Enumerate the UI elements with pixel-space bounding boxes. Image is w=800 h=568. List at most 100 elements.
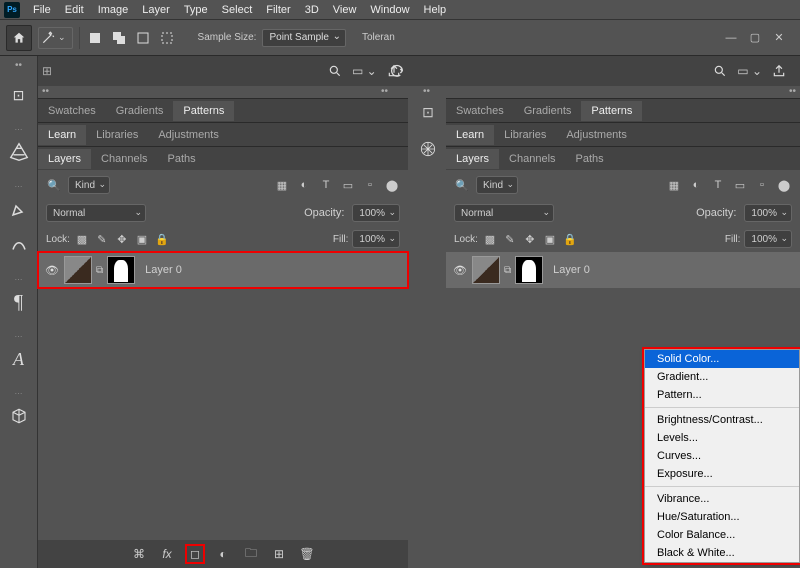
lock-brush-icon[interactable]: ✎ [94,231,110,247]
filter-toggle-icon[interactable]: ⬤ [384,177,400,193]
lock-move-icon[interactable]: ✥ [114,231,130,247]
tool-type[interactable]: ¶ [3,286,35,318]
menu-hue[interactable]: Hue/Saturation... [645,508,799,526]
filter-search-icon[interactable]: 🔍 [46,177,62,193]
filter-toggle-icon-b[interactable]: ⬤ [776,177,792,193]
filter-type-icon[interactable]: T [318,177,334,193]
menu-solid-color[interactable]: Solid Color... [645,350,799,368]
menu-image[interactable]: Image [91,2,136,18]
sample-size-dropdown[interactable]: Point Sample [262,29,345,47]
adjustment-layer-icon[interactable]: ◐ [215,546,231,562]
tab-patterns[interactable]: Patterns [173,101,234,121]
screen-mode-icon-2[interactable]: ▭ ⌄ [737,64,762,78]
filter-type-icon-b[interactable]: T [710,177,726,193]
mask-thumbnail-b[interactable] [515,256,543,284]
layer-row[interactable]: 👁 ⧉ Layer 0 [38,252,408,288]
tool-frame[interactable]: ⊡ [3,79,35,111]
minimize-button[interactable]: — [724,31,738,45]
new-layer-icon[interactable]: ⊞ [271,546,287,562]
filter-kind-dropdown-b[interactable]: Kind [476,176,518,194]
tab-layers-b[interactable]: Layers [446,149,499,169]
layer-thumbnail[interactable] [64,256,92,284]
tool-glyph[interactable]: A [3,343,35,375]
filter-shape-icon[interactable]: ▭ [340,177,356,193]
menu-3d[interactable]: 3D [298,2,326,18]
layer-name[interactable]: Layer 0 [145,264,182,276]
menu-edit[interactable]: Edit [58,2,91,18]
filter-adjust-icon[interactable]: ◐ [296,177,312,193]
lock-transparency-icon[interactable]: ▩ [74,231,90,247]
dock-wheel-icon[interactable] [418,139,438,159]
selection-add-icon[interactable] [108,27,130,49]
tool-dodge[interactable] [3,136,35,168]
tab-adjustments-b[interactable]: Adjustments [556,125,637,145]
filter-search-icon-b[interactable]: 🔍 [454,177,470,193]
home-button[interactable] [6,25,32,51]
menu-type[interactable]: Type [177,2,215,18]
menu-levels[interactable]: Levels... [645,429,799,447]
lock-brush-icon-b[interactable]: ✎ [502,231,518,247]
filter-smart-icon[interactable]: ▫ [362,177,378,193]
restore-button[interactable]: ▢ [748,31,762,45]
filter-pixel-icon-b[interactable]: ▦ [666,177,682,193]
tab-libraries-b[interactable]: Libraries [494,125,556,145]
menu-select[interactable]: Select [215,2,260,18]
menu-view[interactable]: View [326,2,364,18]
tab-swatches[interactable]: Swatches [38,101,106,121]
tab-patterns-b[interactable]: Patterns [581,101,642,121]
menu-help[interactable]: Help [417,2,454,18]
tool-wand-button[interactable]: ⌄ [38,27,73,49]
mask-link-icon[interactable]: ⧉ [96,265,103,276]
screen-mode-icon[interactable]: ▭ ⌄ [352,64,377,78]
tab-layers[interactable]: Layers [38,149,91,169]
tab-channels[interactable]: Channels [91,149,157,169]
fill-value-b[interactable]: 100% [744,230,792,248]
menu-pattern[interactable]: Pattern... [645,386,799,404]
trash-icon[interactable]: 🗑 [299,546,315,562]
ruler-icon[interactable]: ⊞ [38,64,58,78]
tab-learn[interactable]: Learn [38,125,86,145]
menu-bw[interactable]: Black & White... [645,544,799,562]
mask-button-icon[interactable]: ◻ [187,546,203,562]
layer-row-b[interactable]: 👁 ⧉ Layer 0 [446,252,800,288]
menu-layer[interactable]: Layer [135,2,177,18]
lock-all-icon[interactable]: 🔒 [154,231,170,247]
tab-channels-b[interactable]: Channels [499,149,565,169]
tab-adjustments[interactable]: Adjustments [148,125,229,145]
menu-vibrance[interactable]: Vibrance... [645,490,799,508]
lock-artboard-icon-b[interactable]: ▣ [542,231,558,247]
lock-all-icon-b[interactable]: 🔒 [562,231,578,247]
fill-value[interactable]: 100% [352,230,400,248]
tab-gradients[interactable]: Gradients [106,101,174,121]
menu-brightness[interactable]: Brightness/Contrast... [645,411,799,429]
menu-gradient[interactable]: Gradient... [645,368,799,386]
lock-move-icon-b[interactable]: ✥ [522,231,538,247]
selection-subtract-icon[interactable] [132,27,154,49]
search-icon[interactable] [328,64,342,78]
filter-adjust-icon-b[interactable]: ◐ [688,177,704,193]
opacity-value-b[interactable]: 100% [744,204,792,222]
filter-pixel-icon[interactable]: ▦ [274,177,290,193]
menu-filter[interactable]: Filter [259,2,297,18]
dock-frame-icon[interactable]: ⊡ [422,104,434,121]
share-icon-2[interactable] [772,64,786,78]
layer-thumbnail-b[interactable] [472,256,500,284]
layer-name-b[interactable]: Layer 0 [553,264,590,276]
menu-curves[interactable]: Curves... [645,447,799,465]
tool-pen[interactable] [3,193,35,225]
group-icon[interactable]: 🗀 [243,546,259,562]
tab-learn-b[interactable]: Learn [446,125,494,145]
undo-icon[interactable] [389,63,405,79]
link-layers-icon[interactable]: ⌘ [131,546,147,562]
mask-link-icon-b[interactable]: ⧉ [504,265,511,276]
tool-path[interactable] [3,229,35,261]
search-icon-2[interactable] [713,64,727,78]
filter-smart-icon-b[interactable]: ▫ [754,177,770,193]
menu-window[interactable]: Window [363,2,416,18]
tab-paths[interactable]: Paths [158,149,206,169]
lock-transparency-icon-b[interactable]: ▩ [482,231,498,247]
menu-color-balance[interactable]: Color Balance... [645,526,799,544]
visibility-icon[interactable]: 👁 [44,264,60,277]
selection-intersect-icon[interactable] [156,27,178,49]
tab-libraries[interactable]: Libraries [86,125,148,145]
